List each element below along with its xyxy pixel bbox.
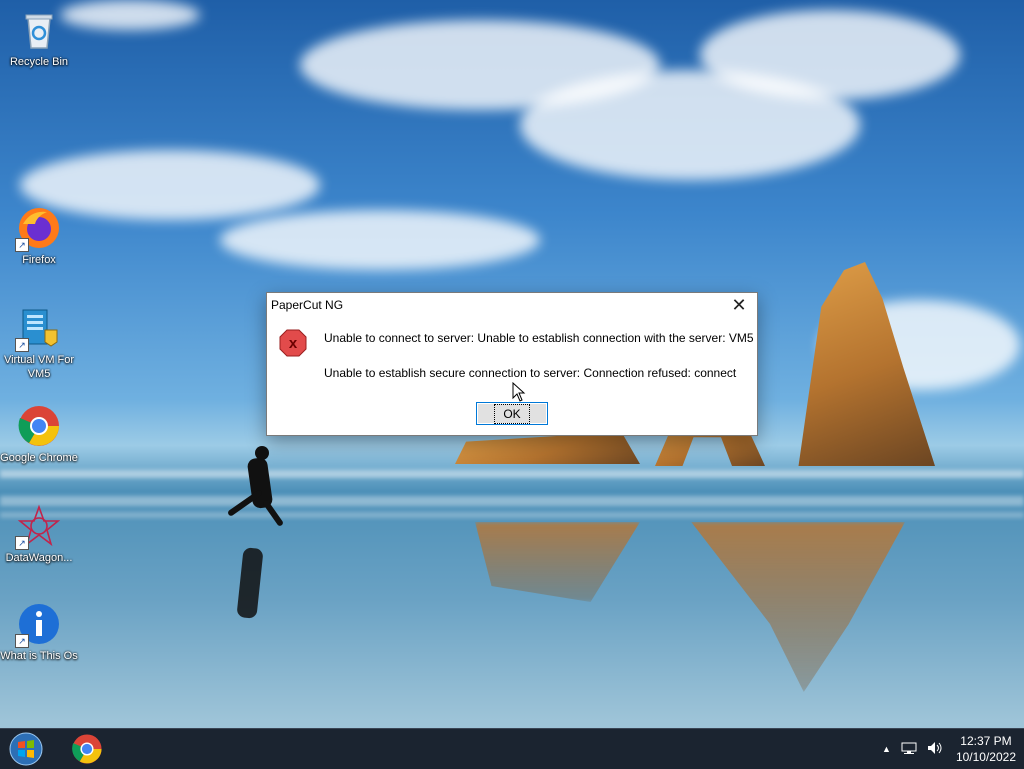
ok-button-label: OK <box>494 403 530 424</box>
tray-overflow-button[interactable]: ▲ <box>882 744 891 754</box>
mouse-cursor-icon <box>512 381 526 407</box>
shortcut-arrow-icon: ↗ <box>15 536 29 550</box>
clock-time: 12:37 PM <box>960 734 1012 748</box>
shortcut-arrow-icon: ↗ <box>15 338 29 352</box>
desktop-icon-label: Virtual VM For VM5 <box>3 354 75 380</box>
error-icon: x <box>279 329 307 357</box>
shortcut-arrow-icon: ↗ <box>15 238 29 252</box>
start-button[interactable] <box>6 731 46 767</box>
dialog-titlebar[interactable]: PaperCut NG ✕ <box>267 293 757 317</box>
volume-icon[interactable] <box>927 741 943 758</box>
clock-date: 10/10/2022 <box>955 750 1016 764</box>
desktop-icon-google-chrome[interactable]: Google Chrome <box>0 404 78 465</box>
network-icon[interactable] <box>901 741 917 758</box>
close-icon: ✕ <box>731 294 747 315</box>
taskbar-clock[interactable]: 12:37 PM 10/10/2022 <box>956 733 1016 765</box>
desktop-icon-what-is-this-os[interactable]: ↗ What is This Os <box>0 602 78 663</box>
shortcut-arrow-icon: ↗ <box>15 634 29 648</box>
virtual-vm-icon: ↗ <box>15 306 61 352</box>
svg-text:x: x <box>289 335 298 352</box>
error-message-line1: Unable to connect to server: Unable to e… <box>324 331 754 345</box>
desktop-icon-firefox[interactable]: ↗ Firefox <box>0 206 78 267</box>
desktop-icon-label: DataWagon... <box>5 552 73 564</box>
chrome-icon <box>17 404 61 448</box>
desktop-icon-label: Firefox <box>22 254 56 266</box>
windows-start-icon <box>9 732 43 766</box>
info-icon: ↗ <box>15 602 61 648</box>
close-button[interactable]: ✕ <box>725 294 753 316</box>
error-message-line2: Unable to establish secure connection to… <box>324 366 737 380</box>
desktop-icon-recycle-bin[interactable]: Recycle Bin <box>0 8 78 69</box>
desktop-icon-label: Google Chrome <box>0 452 78 464</box>
taskbar-chrome-button[interactable] <box>66 731 108 767</box>
desktop-icon-datawagon[interactable]: ↗ DataWagon... <box>0 504 78 565</box>
firefox-icon: ↗ <box>15 206 61 252</box>
taskbar: ▲ 12:37 PM 10/10/2022 <box>0 728 1024 769</box>
error-dialog: PaperCut NG ✕ x Unable to connect to ser… <box>266 292 758 436</box>
datawagon-icon: ↗ <box>15 504 61 550</box>
desktop-icon-virtual-vm[interactable]: ↗ Virtual VM For VM5 <box>0 306 78 381</box>
dialog-body: x Unable to connect to server: Unable to… <box>267 317 757 435</box>
desktop-icon-label: Recycle Bin <box>9 56 69 68</box>
recycle-bin-icon <box>17 8 61 52</box>
dialog-title: PaperCut NG <box>271 298 344 312</box>
chrome-icon <box>72 734 102 764</box>
system-tray: ▲ 12:37 PM 10/10/2022 <box>877 729 1016 769</box>
desktop-icon-label: What is This Os <box>0 650 78 662</box>
